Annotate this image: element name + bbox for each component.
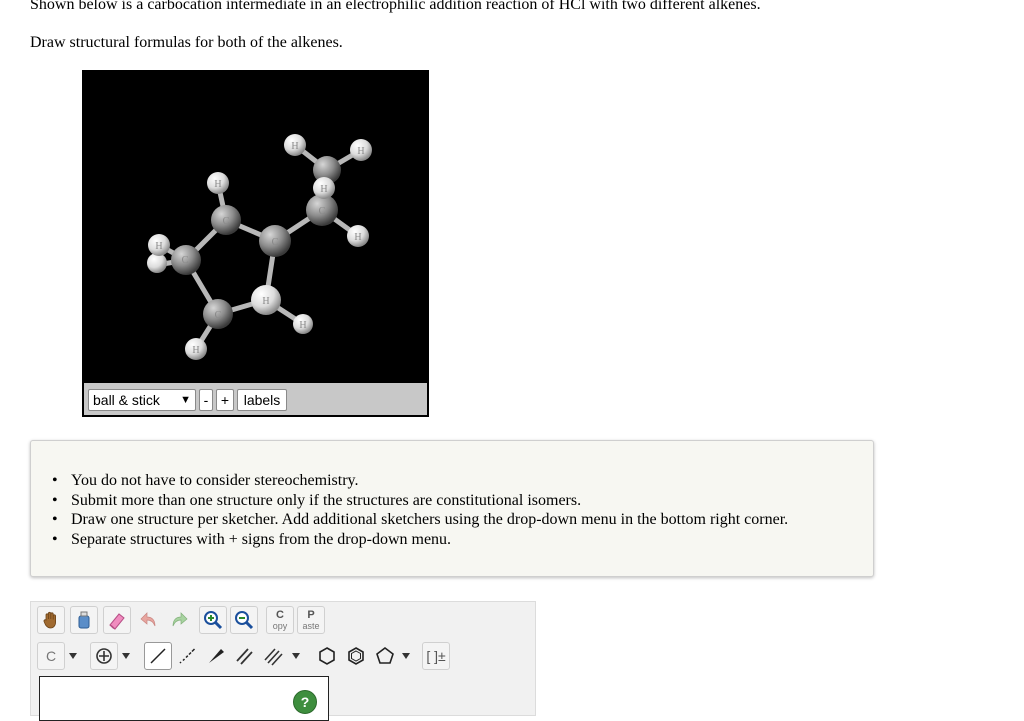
- add-atom-button[interactable]: [90, 642, 118, 670]
- hexagon-ring-button[interactable]: [313, 642, 341, 670]
- benzene-ring-button[interactable]: [342, 642, 370, 670]
- bond-dropdown[interactable]: [291, 642, 301, 670]
- atom-h: H: [320, 184, 327, 195]
- atom-h: H: [192, 345, 199, 356]
- charge-bracket-button[interactable]: [ ]±: [422, 642, 450, 670]
- drawing-canvas[interactable]: [39, 676, 329, 721]
- molecule-viewer[interactable]: H C H C C H H C H H C H H H ball & stick…: [82, 70, 429, 417]
- hand-tool-button[interactable]: [37, 606, 65, 634]
- help-button[interactable]: ?: [293, 690, 317, 714]
- ring-dropdown[interactable]: [401, 642, 411, 670]
- atom-selector-button[interactable]: C: [37, 642, 65, 670]
- triple-bond-button[interactable]: [260, 642, 288, 670]
- atom-c: C: [182, 255, 189, 266]
- hexagon-icon: [319, 647, 335, 665]
- caret-down-icon: [292, 653, 300, 659]
- atom-c: C: [319, 206, 326, 217]
- atom-h: H: [214, 179, 221, 190]
- question-line-2: Draw structural formulas for both of the…: [30, 34, 343, 51]
- zoom-in-tool-button[interactable]: [199, 606, 227, 634]
- double-bond-icon: [236, 648, 253, 665]
- instructions-box: You do not have to consider stereochemis…: [30, 440, 874, 577]
- hand-icon: [43, 611, 56, 629]
- atom-h: H: [299, 320, 306, 331]
- atom-h: H: [262, 296, 269, 307]
- instructions-list: You do not have to consider stereochemis…: [52, 471, 788, 550]
- caret-down-icon: [69, 653, 77, 659]
- atom-h: H: [357, 146, 364, 157]
- add-atom-dropdown[interactable]: [121, 642, 131, 670]
- atom-h: H: [291, 141, 298, 152]
- atom-dropdown[interactable]: [68, 642, 78, 670]
- single-bond-button[interactable]: [144, 642, 172, 670]
- labels-button[interactable]: labels: [237, 389, 287, 411]
- atom-c: C: [272, 237, 279, 248]
- list-item: Draw one structure per sketcher. Add add…: [52, 510, 788, 530]
- question-line-1: Shown below is a carbocation intermediat…: [30, 0, 761, 13]
- render-style-value: ball & stick: [93, 392, 160, 408]
- caret-down-icon: [122, 653, 130, 659]
- clear-button[interactable]: [70, 606, 98, 634]
- paste-button[interactable]: P aste: [297, 606, 325, 634]
- chevron-down-icon: ▼: [180, 394, 191, 406]
- solid-wedge-icon: [209, 649, 224, 663]
- paste-label-bottom: aste: [302, 621, 320, 631]
- copy-label-bottom: opy: [272, 621, 288, 631]
- benzene-icon: [348, 647, 364, 665]
- atom-c: C: [223, 216, 230, 227]
- viewer-controls: ball & stick ▼ - + labels: [84, 383, 427, 415]
- bottle-icon: [78, 611, 90, 629]
- eraser-icon: [109, 613, 125, 630]
- copy-label-top: C: [276, 609, 284, 621]
- paste-label-top: P: [307, 609, 315, 621]
- list-item: Separate structures with + signs from th…: [52, 530, 788, 550]
- triple-bond-icon: [264, 648, 283, 666]
- eraser-button[interactable]: [103, 606, 131, 634]
- undo-button[interactable]: [136, 606, 164, 634]
- zoom-out-tool-button[interactable]: [230, 606, 258, 634]
- double-bond-button[interactable]: [231, 642, 259, 670]
- list-item: You do not have to consider stereochemis…: [52, 471, 788, 491]
- dashed-wedge-icon: [179, 648, 196, 664]
- atom-h: H: [354, 232, 361, 243]
- zoom-in-icon: [204, 611, 223, 630]
- zoom-out-icon: [235, 611, 254, 630]
- zoom-in-button[interactable]: +: [216, 389, 234, 411]
- list-item: Submit more than one structure only if t…: [52, 491, 788, 511]
- single-bond-icon: [150, 648, 166, 664]
- molecule-3d-model[interactable]: H C H C C H H C H H C H H H: [82, 70, 429, 382]
- circle-plus-icon: [96, 648, 112, 664]
- dashed-bond-button[interactable]: [173, 642, 201, 670]
- copy-button[interactable]: C opy: [266, 606, 294, 634]
- redo-button[interactable]: [164, 606, 192, 634]
- caret-down-icon: [402, 653, 410, 659]
- atom-h: H: [155, 241, 162, 252]
- pentagon-icon: [376, 647, 394, 664]
- render-style-select[interactable]: ball & stick ▼: [88, 389, 196, 411]
- structure-sketcher: C opy P aste C [ ]± ?: [30, 601, 536, 721]
- zoom-out-button[interactable]: -: [199, 389, 213, 411]
- atom-c: C: [215, 310, 222, 321]
- pentagon-ring-button[interactable]: [371, 642, 399, 670]
- undo-icon: [140, 612, 156, 627]
- redo-icon: [172, 612, 188, 627]
- wedge-bond-button[interactable]: [202, 642, 230, 670]
